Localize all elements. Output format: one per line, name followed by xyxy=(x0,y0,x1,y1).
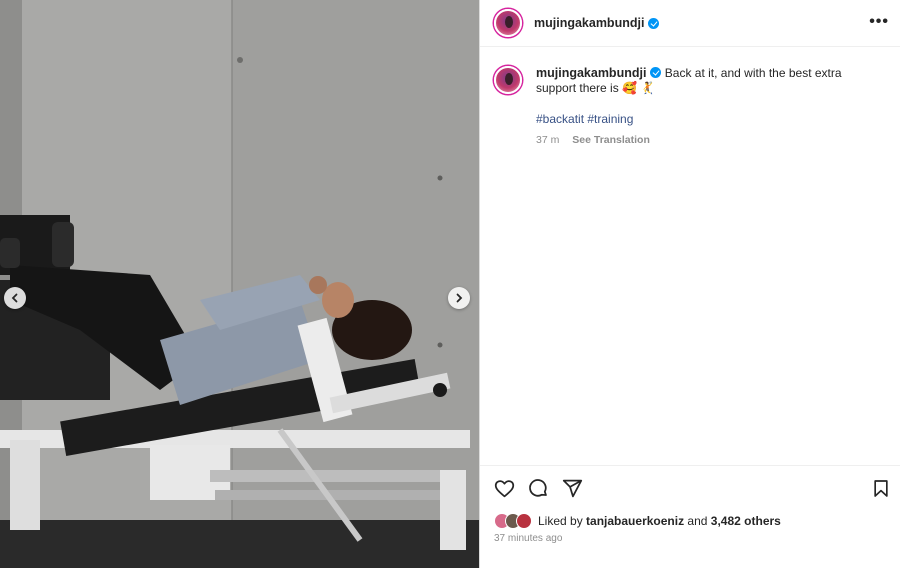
author-username[interactable]: mujingakambundji xyxy=(534,16,644,30)
action-icons xyxy=(494,478,583,499)
next-slide-button[interactable] xyxy=(448,287,470,309)
hashtag-link[interactable]: #backatit xyxy=(536,112,584,126)
liked-by-and: and xyxy=(687,514,708,528)
post-details-panel: mujingakambundji ••• mujingakambundji Ba… xyxy=(479,0,900,568)
hashtag-link[interactable]: #training xyxy=(587,112,633,126)
liked-by-prefix: Liked by xyxy=(538,514,583,528)
comment-icon[interactable] xyxy=(528,478,549,499)
see-translation-link[interactable]: See Translation xyxy=(572,134,650,146)
liked-by-user-link[interactable]: tanjabauerkoeniz xyxy=(586,514,684,528)
post-photo xyxy=(0,0,479,568)
post-caption: mujingakambundji Back at it, and with th… xyxy=(494,66,894,148)
instagram-post-view: mujingakambundji ••• mujingakambundji Ba… xyxy=(0,0,900,568)
liker-avatar xyxy=(516,513,532,529)
post-time: 37 m xyxy=(536,134,560,146)
more-options-button[interactable]: ••• xyxy=(869,13,889,31)
liker-avatars xyxy=(494,513,532,529)
liked-by-others-link[interactable]: 3,482 others xyxy=(711,514,781,528)
post-header: mujingakambundji ••• xyxy=(480,0,900,47)
save-button[interactable] xyxy=(871,478,891,499)
caption-meta: 37 m See Translation xyxy=(536,133,881,148)
verified-badge-icon xyxy=(650,67,662,78)
likes-summary: Liked by tanjabauerkoeniz and 3,482 othe… xyxy=(494,513,781,529)
caption-username[interactable]: mujingakambundji xyxy=(536,66,646,80)
verified-badge-icon xyxy=(648,17,660,29)
hashtag-list: #backatit #training xyxy=(536,112,881,127)
previous-slide-button[interactable] xyxy=(4,287,26,309)
gym-photo-illustration xyxy=(0,0,479,568)
author-avatar[interactable] xyxy=(494,9,522,37)
chevron-right-icon xyxy=(456,293,463,303)
caption-author-avatar[interactable] xyxy=(494,66,522,94)
send-icon[interactable] xyxy=(562,478,583,499)
post-timestamp: 37 minutes ago xyxy=(494,533,563,544)
action-bar: Liked by tanjabauerkoeniz and 3,482 othe… xyxy=(480,465,900,568)
heart-icon[interactable] xyxy=(494,478,515,499)
caption-body: mujingakambundji Back at it, and with th… xyxy=(536,66,881,148)
bookmark-icon[interactable] xyxy=(871,478,891,499)
chevron-left-icon xyxy=(11,293,18,303)
